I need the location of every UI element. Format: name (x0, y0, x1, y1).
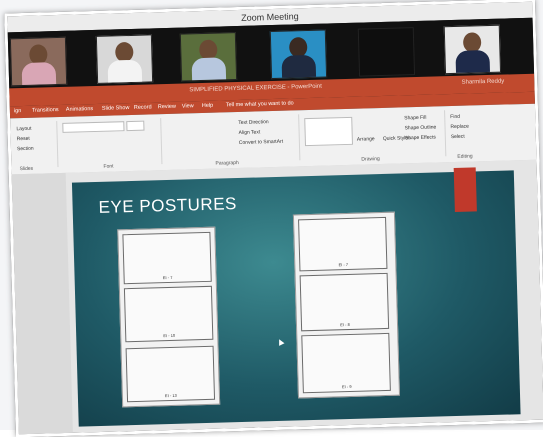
shape-outline-button[interactable]: Shape Outline (404, 124, 436, 131)
mouse-cursor-icon (276, 337, 285, 346)
layout-button[interactable]: Layout (16, 126, 31, 132)
participant-clothing (21, 62, 57, 87)
tell-me-box[interactable]: Tell me what you want to do (226, 100, 294, 108)
slide-thumbnail-pane[interactable] (11, 172, 73, 435)
participant-clothing (281, 54, 317, 80)
participant-clothing (455, 49, 491, 75)
section-button[interactable]: Section (17, 146, 34, 152)
slide-editor-area: EYE POSTURES EI - 7 EI - 10 EI - 13 EI -… (11, 159, 543, 435)
align-text-button[interactable]: Align Text (239, 129, 261, 136)
font-name-box[interactable] (62, 121, 125, 133)
posture-caption: EI - 10 (163, 332, 176, 339)
find-button[interactable]: Find (450, 114, 460, 120)
window-title: Zoom Meeting (240, 11, 299, 23)
posture-caption: EI - 7 (338, 261, 349, 268)
group-editing-label: Editing (457, 153, 473, 160)
document-title: SIMPLIFIED PHYSICAL EXERCISE - PowerPoin… (189, 83, 322, 94)
participant-video-3[interactable] (179, 32, 238, 82)
participant-video-6[interactable] (443, 24, 502, 75)
shape-effects-button[interactable]: Shape Effects (405, 134, 436, 141)
group-paragraph-label: Paragraph (215, 160, 239, 167)
font-size-box[interactable] (126, 120, 145, 132)
text-direction-button[interactable]: Text Direction (238, 119, 268, 126)
tab-review[interactable]: Review (158, 104, 176, 111)
group-slides-label: Slides (19, 165, 34, 173)
user-name: Sharmila Reddy (461, 78, 505, 86)
tab-slide-show[interactable]: Slide Show (102, 105, 130, 112)
slide-accent-bar (453, 167, 477, 212)
tab-animations[interactable]: Animations (66, 106, 93, 113)
group-divider (298, 114, 301, 161)
slide-title: EYE POSTURES (98, 194, 238, 217)
participant-video-1[interactable] (9, 36, 68, 87)
participant-clothing (107, 59, 143, 84)
shapes-gallery[interactable] (304, 116, 353, 147)
replace-button[interactable]: Replace (450, 124, 469, 131)
group-font-label: Font (103, 163, 114, 170)
tab-design[interactable]: ign (14, 108, 22, 114)
zoom-window: Zoom Meeting SIMPLIFIED PHYSICAL EXERCIS… (4, 0, 543, 437)
participant-video-5[interactable] (357, 27, 416, 77)
tab-transitions[interactable]: Transitions (32, 107, 59, 114)
reset-button[interactable]: Reset (17, 136, 30, 142)
posture-caption: EI - 9 (341, 383, 352, 390)
group-drawing-label: Drawing (361, 156, 380, 163)
posture-illustration: EI - 9 (301, 332, 391, 394)
participant-video-4[interactable] (269, 29, 328, 80)
tab-view[interactable]: View (182, 103, 194, 109)
posture-figure-right: EI - 7 EI - 8 EI - 9 (292, 211, 401, 399)
posture-illustration: EI - 10 (123, 285, 214, 343)
posture-caption: EI - 13 (164, 392, 177, 399)
group-divider (56, 121, 59, 168)
posture-illustration: EI - 7 (122, 231, 212, 285)
posture-illustration: EI - 13 (125, 345, 216, 403)
participant-video-2[interactable] (95, 34, 154, 84)
arrange-button[interactable]: Arrange (357, 136, 375, 142)
tab-help[interactable]: Help (202, 103, 213, 109)
posture-figure-left: EI - 7 EI - 10 EI - 13 (117, 226, 221, 408)
convert-smartart-button[interactable]: Convert to SmartArt (239, 139, 283, 146)
posture-caption: EI - 8 (340, 321, 350, 328)
group-divider (160, 118, 163, 165)
posture-illustration: EI - 8 (299, 272, 390, 332)
select-button[interactable]: Select (451, 134, 465, 140)
participant-clothing (191, 57, 227, 82)
screenshot-photo-backdrop: Zoom Meeting SIMPLIFIED PHYSICAL EXERCIS… (0, 0, 543, 437)
current-slide[interactable]: EYE POSTURES EI - 7 EI - 10 EI - 13 EI -… (71, 167, 521, 427)
posture-illustration: EI - 7 (298, 216, 388, 272)
shape-fill-button[interactable]: Shape Fill (404, 115, 426, 122)
tab-record[interactable]: Record (134, 104, 152, 110)
posture-caption: EI - 7 (162, 274, 173, 281)
group-divider (444, 110, 447, 157)
